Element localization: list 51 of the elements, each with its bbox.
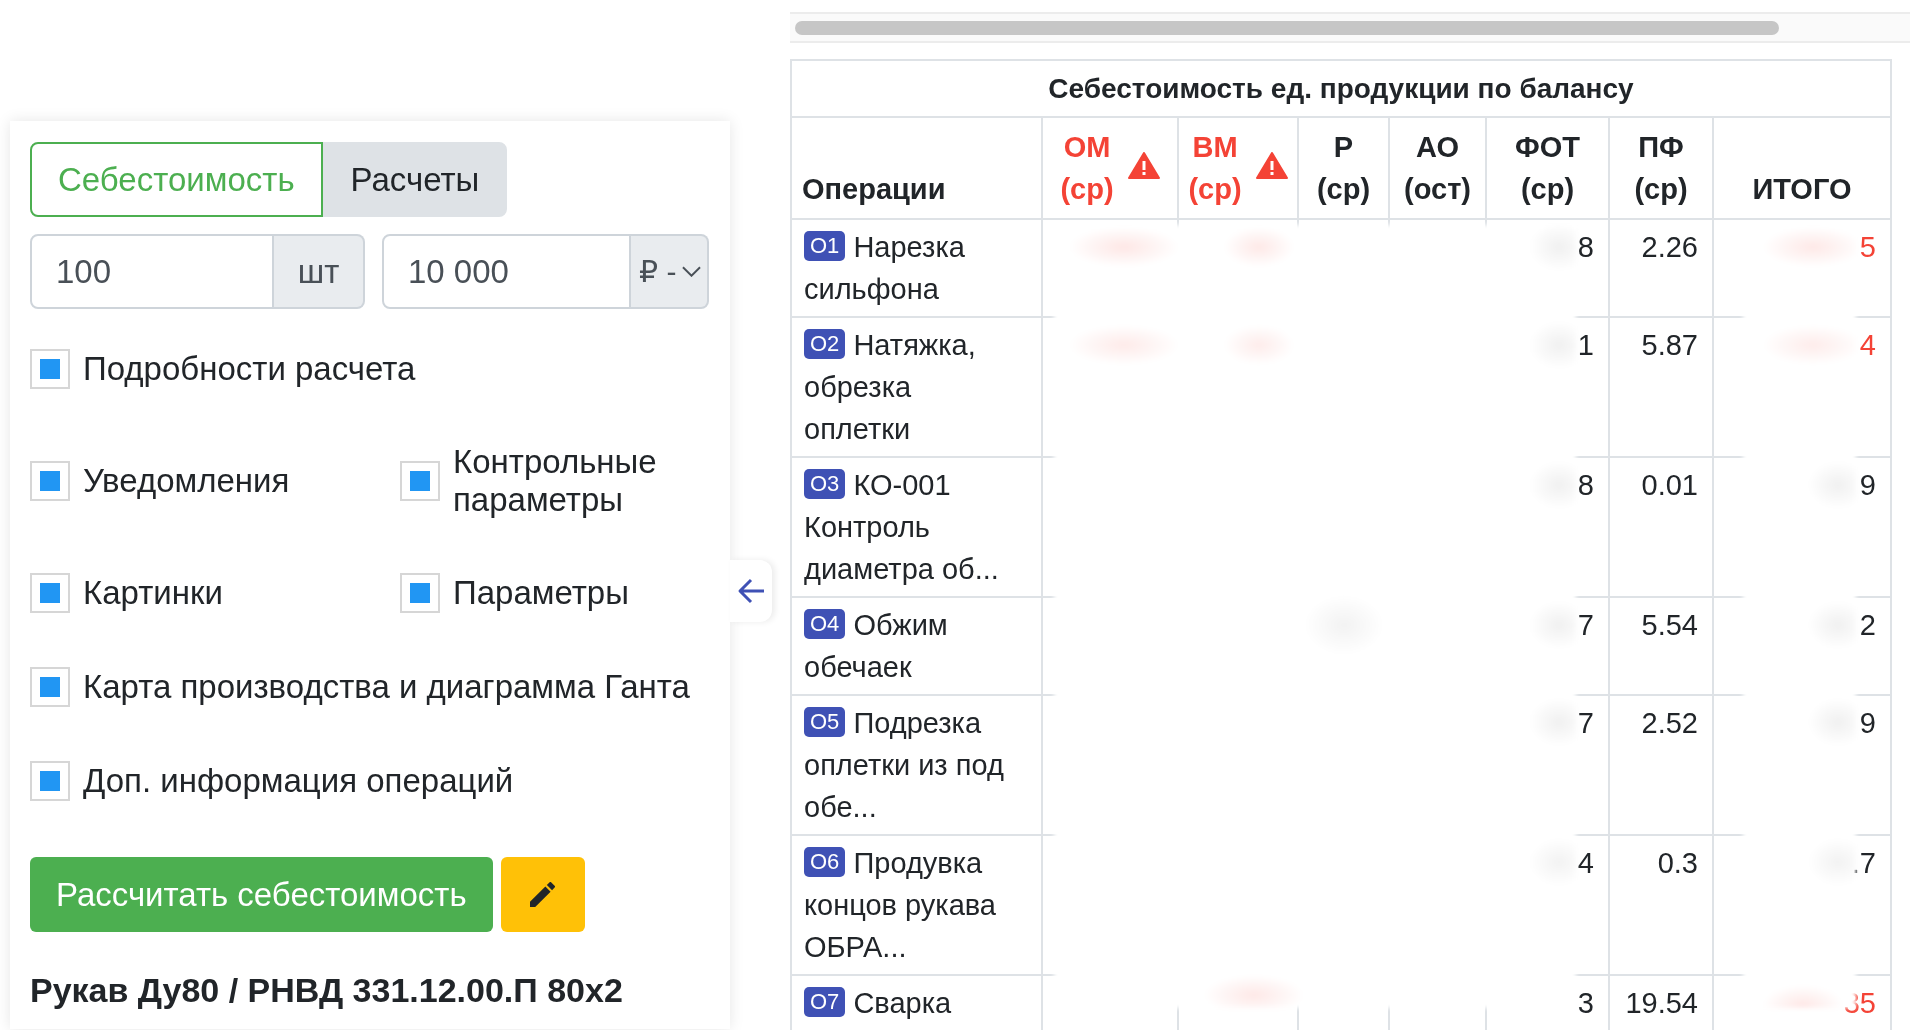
column-header: ПФ (ср) <box>1634 130 1688 207</box>
table-cell: 2.52 <box>1609 695 1713 835</box>
table-cell: 0.3 <box>1609 835 1713 975</box>
table-cell: 5.54 <box>1609 597 1713 695</box>
unit-label: шт <box>274 234 365 309</box>
currency-select[interactable]: ₽ - <box>631 234 709 309</box>
warning-icon <box>1255 151 1288 179</box>
table-cell: 5.87 <box>1609 317 1713 457</box>
column-header: ИТОГО <box>1752 172 1852 207</box>
column-header: Операции <box>802 172 946 207</box>
operation-cell: О4 Обжим обечаек <box>791 597 1042 695</box>
price-input[interactable]: 10 000 <box>382 234 631 309</box>
checkbox[interactable] <box>30 667 70 707</box>
scrollbar-track[interactable] <box>790 12 1910 43</box>
chevron-down-icon <box>682 266 702 277</box>
checkbox[interactable] <box>30 461 70 501</box>
checkbox-label: Доп. информация операций <box>83 762 514 800</box>
operation-cell: О2 Натяжка, обрезка оплетки <box>791 317 1042 457</box>
checkbox[interactable] <box>400 573 440 613</box>
operation-cell: О5 Подрезка оплетки из под обе... <box>791 695 1042 835</box>
column-header: ФОТ (ср) <box>1515 130 1580 207</box>
operation-cell: О3 КО-001 Контроль диаметра об... <box>791 457 1042 597</box>
table-cell: 0.01 <box>1609 457 1713 597</box>
edit-button[interactable] <box>500 857 585 932</box>
arrow-left-icon <box>737 578 765 604</box>
collapse-button[interactable] <box>730 560 772 622</box>
checkbox-label: Подробности расчета <box>83 350 416 388</box>
checkbox[interactable] <box>400 461 440 501</box>
table-cell: 2.26 <box>1609 219 1713 317</box>
table-title: Себестоимость ед. продукции по балансу <box>1048 73 1634 104</box>
tab[interactable]: Расчеты <box>322 142 508 217</box>
quantity-input[interactable]: 100 <box>30 234 274 309</box>
checkbox-label: Карта производства и диаграмма Ганта <box>83 668 690 706</box>
checkbox[interactable] <box>30 573 70 613</box>
product-title: Рукав Ду80 / РНВД 331.12.00.П 80x2 <box>30 970 624 1011</box>
column-header: ВМ (ср) <box>1188 130 1242 207</box>
pencil-icon <box>530 882 556 907</box>
checkbox-label: Параметры <box>453 574 629 612</box>
column-header: АО (ост) <box>1404 130 1471 207</box>
column-header: ОМ (ср) <box>1060 130 1114 207</box>
checkbox[interactable] <box>30 761 70 801</box>
operation-cell: О7 Сварка <box>791 975 1042 1030</box>
checkbox-label: Картинки <box>83 574 223 612</box>
scrollbar-thumb[interactable] <box>795 21 1779 35</box>
operation-cell: О1 Нарезка сильфона <box>791 219 1042 317</box>
column-header: Р (ср) <box>1316 130 1371 207</box>
checkbox[interactable] <box>30 349 70 389</box>
checkbox-label: Контрольные параметры <box>453 443 658 519</box>
operation-cell: О6 Продувка концов рукава ОБРА... <box>791 835 1042 975</box>
warning-icon <box>1127 151 1160 179</box>
checkbox-label: Уведомления <box>83 462 290 500</box>
